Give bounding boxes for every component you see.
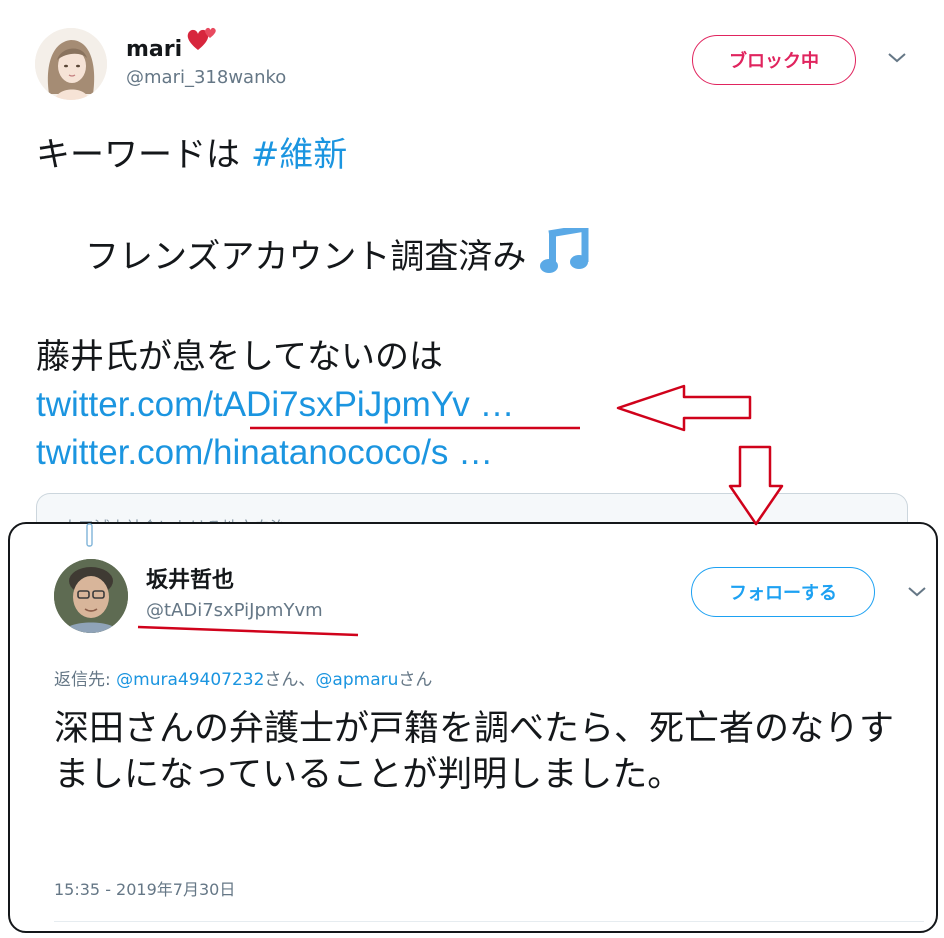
mention-link[interactable]: @apmaru — [315, 670, 398, 690]
chevron-down-icon[interactable] — [886, 50, 908, 69]
tweet-text: キーワードは — [36, 135, 251, 175]
avatar[interactable] — [35, 28, 107, 100]
hashtag-link[interactable]: #維新 — [251, 135, 348, 175]
left-arrow-annotation — [616, 384, 752, 432]
divider — [54, 921, 924, 922]
handle[interactable]: @tADi7sxPiJpmYvm — [146, 600, 323, 621]
tweet-line-fujii: 藤井氏が息をしてないのは — [36, 337, 443, 377]
tweet-line-keyword: キーワードは #維新 — [36, 127, 347, 176]
avatar[interactable] — [54, 559, 128, 633]
reply-separator: さん、 — [264, 670, 316, 690]
handle[interactable]: @mari_318wanko — [126, 67, 286, 88]
chevron-down-icon[interactable] — [906, 584, 928, 603]
tweet-link[interactable]: twitter.com/hinatanococo/s … — [36, 433, 493, 473]
tweet-body: 深田さんの弁護士が戸籍を調べたら、死亡者のなりすましになっていることが判明しまし… — [54, 709, 895, 795]
music-notes-icon — [537, 223, 591, 283]
display-name[interactable]: 坂井哲也 — [146, 562, 234, 594]
reply-suffix: さん — [398, 670, 433, 690]
follow-button[interactable]: フォローする — [691, 567, 875, 617]
reply-to-line: 返信先: @mura49407232さん、@apmaruさん — [54, 665, 432, 690]
tweet-link[interactable]: twitter.com/tADi7sxPiJpmYv … — [36, 385, 514, 425]
hearts-icon — [184, 26, 218, 58]
display-name-text: mari — [126, 37, 183, 62]
mention-link[interactable]: @mura49407232 — [116, 670, 264, 690]
tweet-line-friends: フレンズアカウント調査済み — [85, 223, 591, 283]
reply-prefix: 返信先: — [54, 670, 117, 690]
display-name[interactable]: mari — [126, 27, 218, 62]
tweet-text: フレンズアカウント調査済み — [85, 237, 527, 277]
blocked-button[interactable]: ブロック中 — [692, 35, 856, 85]
timestamp[interactable]: 15:35 - 2019年7月30日 — [54, 876, 235, 900]
